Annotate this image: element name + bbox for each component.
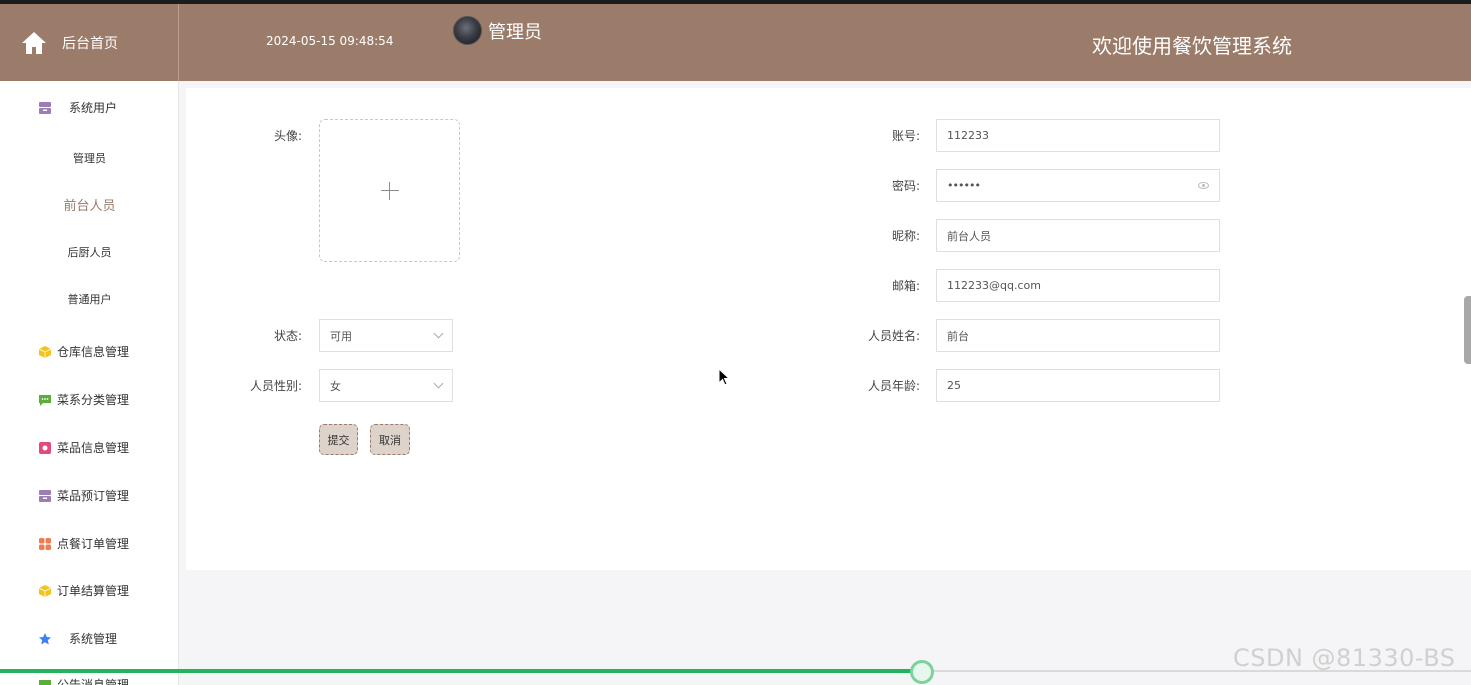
home-label: 后台首页 [62,35,118,52]
welcome-title: 欢迎使用餐饮管理系统 [1092,34,1292,58]
nickname-input[interactable] [947,229,1209,242]
status-label: 状态: [273,329,302,343]
gender-value: 女 [330,379,341,393]
message-icon [39,679,51,685]
name-input[interactable] [947,329,1209,342]
progress-fill [0,669,923,673]
cube-icon [38,584,52,597]
sidebar-item-settlement[interactable]: 订单结算管理 [0,582,178,599]
dish-icon [39,441,51,454]
sidebar-item-order[interactable]: 点餐订单管理 [0,535,178,552]
password-field[interactable]: •••••• [936,169,1220,202]
status-value: 可用 [330,329,352,343]
chevron-down-icon [433,328,444,339]
sidebar-item-label: 仓库信息管理 [57,345,130,359]
sidebar-item-label: 菜品信息管理 [57,441,130,455]
sidebar-item-label: 系统用户 [69,101,118,115]
sidebar-item-label: 系统管理 [69,632,118,646]
account-field[interactable] [936,119,1220,152]
scrollbar-thumb[interactable] [1464,296,1471,364]
progress-handle[interactable] [910,660,935,684]
age-label: 人员年龄: [867,379,920,393]
sidebar-item-label: 点餐订单管理 [57,537,130,551]
sidebar: 系统用户 管理员 前台人员 后厨人员 普通用户 仓库信息管理 菜系分类管理 菜品… [0,81,179,685]
sidebar-item-label: 公告消息管理 [57,678,130,685]
account-input[interactable] [947,129,1209,142]
nickname-label: 昵称: [891,229,920,243]
home-link[interactable]: 后台首页 [0,4,179,81]
chevron-down-icon [433,378,444,389]
cancel-button[interactable]: 取消 [370,424,410,455]
sidebar-sub-regular-user[interactable]: 普通用户 [0,291,178,307]
mouse-cursor-icon [718,368,730,386]
sidebar-item-label: 菜系分类管理 [57,393,130,407]
sidebar-item-system-admin[interactable]: 系统管理 [0,630,178,647]
email-label: 邮箱: [891,279,920,293]
gender-label: 人员性别: [249,379,302,393]
age-input[interactable] [947,379,1209,392]
sidebar-item-system-users[interactable]: 系统用户 [0,99,178,116]
email-input[interactable] [947,279,1209,292]
datetime: 2024-05-15 09:48:54 [266,34,394,48]
sidebar-item-warehouse[interactable]: 仓库信息管理 [0,343,178,360]
username: 管理员 [488,21,542,43]
name-label: 人员姓名: [867,329,920,343]
sidebar-sub-admin[interactable]: 管理员 [0,150,178,166]
name-field[interactable] [936,319,1220,352]
sidebar-item-label: 菜品预订管理 [57,489,130,503]
gender-select[interactable]: 女 [319,369,453,402]
calendar-icon [39,489,51,502]
age-field[interactable] [936,369,1220,402]
account-label: 账号: [891,129,920,143]
watermark: CSDN @81330-BS [1233,644,1456,672]
star-icon [39,632,51,644]
header-bar: 后台首页 2024-05-15 09:48:54 管理员 欢迎使用餐饮管理系统 [0,4,1471,81]
home-icon [22,31,46,54]
sidebar-item-announcement[interactable]: 公告消息管理 [0,676,178,685]
status-select[interactable]: 可用 [319,319,453,352]
sidebar-sub-kitchen[interactable]: 后厨人员 [0,244,178,260]
avatar [453,16,482,45]
sidebar-item-cuisine-category[interactable]: 菜系分类管理 [0,391,178,408]
eye-icon[interactable] [1198,182,1209,189]
password-label: 密码: [891,179,920,193]
sidebar-item-dish-booking[interactable]: 菜品预订管理 [0,487,178,504]
cube-icon [38,345,52,358]
avatar-label: 头像: [273,129,302,143]
password-value: •••••• [947,179,981,192]
user-group-icon [39,101,51,114]
avatar-upload[interactable] [319,119,460,262]
submit-button[interactable]: 提交 [319,424,358,455]
nickname-field[interactable] [936,219,1220,252]
sidebar-item-dish-info[interactable]: 菜品信息管理 [0,439,178,456]
message-icon [39,394,51,406]
plus-icon [380,181,399,200]
user-info[interactable]: 管理员 [453,16,542,45]
sidebar-sub-front-desk[interactable]: 前台人员 [0,195,178,214]
grid-icon [39,537,51,550]
sidebar-item-label: 订单结算管理 [57,584,130,598]
email-field[interactable] [936,269,1220,302]
